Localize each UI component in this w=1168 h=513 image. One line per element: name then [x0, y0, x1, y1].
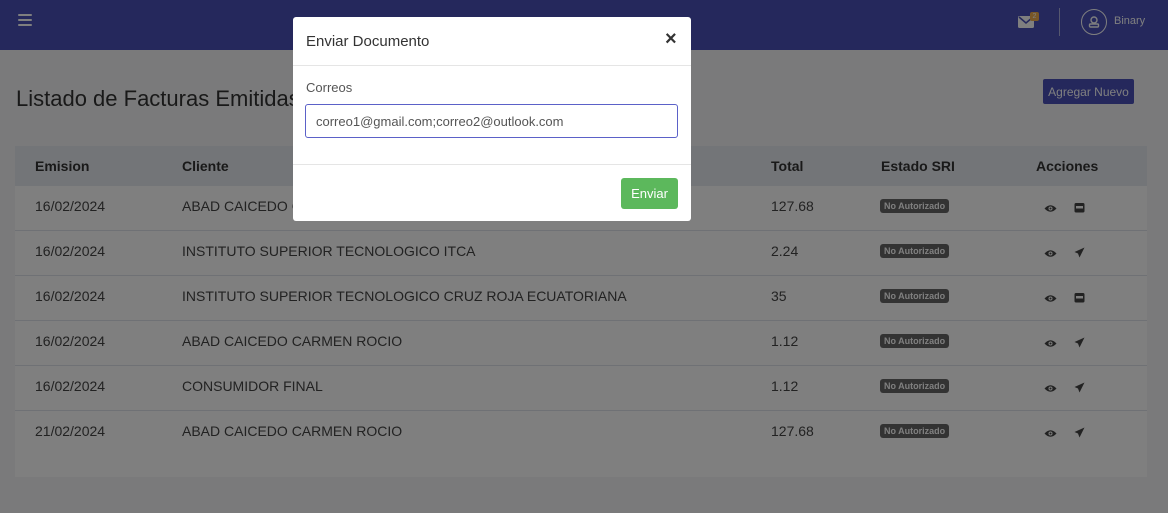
emails-label: Correos: [306, 80, 353, 95]
send-document-modal: Enviar Documento × Correos Enviar: [293, 17, 691, 221]
modal-title: Enviar Documento: [306, 33, 430, 50]
send-button[interactable]: Enviar: [621, 178, 678, 209]
modal-header: Enviar Documento ×: [293, 17, 691, 66]
emails-input[interactable]: [305, 104, 678, 138]
close-icon[interactable]: ×: [665, 29, 679, 49]
